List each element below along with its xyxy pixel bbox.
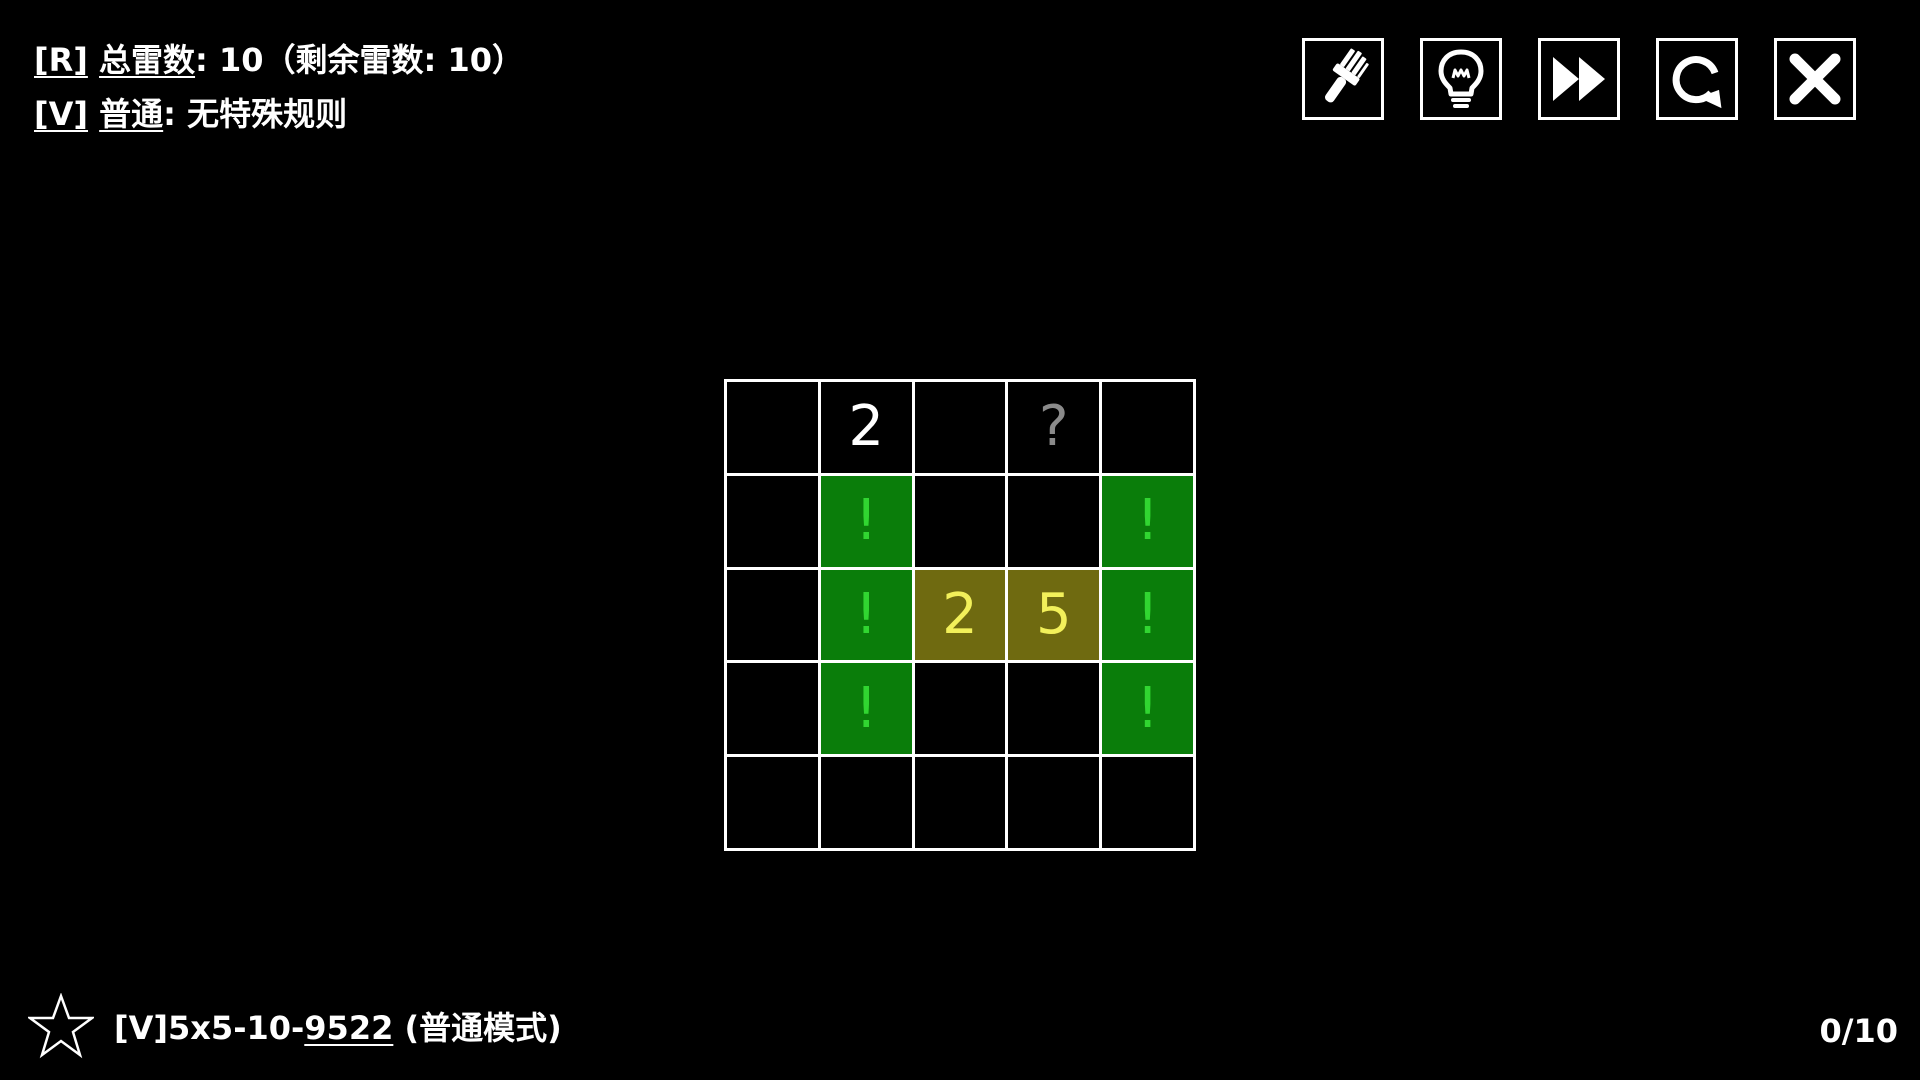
board-cell[interactable]	[914, 663, 1009, 758]
board-cell[interactable]: !	[820, 475, 915, 570]
puzzle-seed[interactable]: 9522	[304, 1009, 393, 1047]
board-cell[interactable]: !	[1102, 663, 1196, 758]
hint-button[interactable]	[1420, 38, 1502, 120]
close-button[interactable]	[1774, 38, 1856, 120]
board-cell[interactable]	[727, 663, 821, 758]
toolbar	[1302, 38, 1856, 120]
board-cell[interactable]	[727, 569, 821, 664]
rule-description: : 无特殊规则	[163, 95, 348, 133]
board-cell[interactable]	[727, 475, 821, 570]
board-cell[interactable]: 2	[820, 382, 915, 476]
board-cell[interactable]	[914, 475, 1009, 570]
board-cell[interactable]: 2	[914, 569, 1009, 664]
total-mines-tag[interactable]: [R]	[34, 41, 88, 79]
board-cell[interactable]: !	[820, 663, 915, 758]
close-icon	[1789, 53, 1841, 105]
board-cell[interactable]: !	[1102, 569, 1196, 664]
board-cell[interactable]	[727, 382, 821, 476]
board-cell[interactable]	[1008, 475, 1103, 570]
board-cell[interactable]	[1102, 757, 1196, 851]
game-board: 2?!!! 2 5!!!	[724, 379, 1196, 851]
puzzle-info: [V]5x5-10-9522 (普通模式)	[28, 993, 562, 1059]
board-cell[interactable]: ?	[1008, 382, 1103, 476]
star-outline-icon[interactable]	[28, 993, 94, 1059]
board-cell[interactable]: !	[820, 569, 915, 664]
board-cell[interactable]: !	[1102, 475, 1196, 570]
skip-button[interactable]	[1538, 38, 1620, 120]
refresh-icon	[1672, 56, 1722, 109]
fast-forward-icon	[1553, 57, 1605, 101]
board-cell[interactable]	[1102, 382, 1196, 476]
clear-brush-button[interactable]	[1302, 38, 1384, 120]
restart-button[interactable]	[1656, 38, 1738, 120]
total-mines-label[interactable]: 总雷数	[99, 41, 195, 79]
board-cell[interactable]	[1008, 757, 1103, 851]
lightbulb-icon	[1438, 49, 1484, 108]
board-cell[interactable]	[914, 382, 1009, 476]
rule-info: [V] 普通: 无特殊规则	[34, 94, 347, 134]
board-cell[interactable]	[1008, 663, 1103, 758]
board-cell[interactable]	[727, 757, 821, 851]
puzzle-prefix: [V]5x5-10-	[114, 1009, 305, 1047]
board-cell[interactable]	[820, 757, 915, 851]
total-mines-value: : 10（剩余雷数: 10）	[195, 41, 524, 79]
rule-tag[interactable]: [V]	[34, 95, 88, 133]
puzzle-id: [V]5x5-10-9522 (普通模式)	[114, 1003, 562, 1049]
brush-icon	[1324, 48, 1369, 103]
puzzle-mode: (普通模式)	[393, 1009, 562, 1047]
progress-counter: 0/10	[1819, 1012, 1898, 1050]
board-cell[interactable]: 5	[1008, 569, 1103, 664]
board-cell[interactable]	[914, 757, 1009, 851]
total-mines-info: [R] 总雷数: 10（剩余雷数: 10）	[34, 40, 524, 80]
rule-name[interactable]: 普通	[99, 95, 163, 133]
